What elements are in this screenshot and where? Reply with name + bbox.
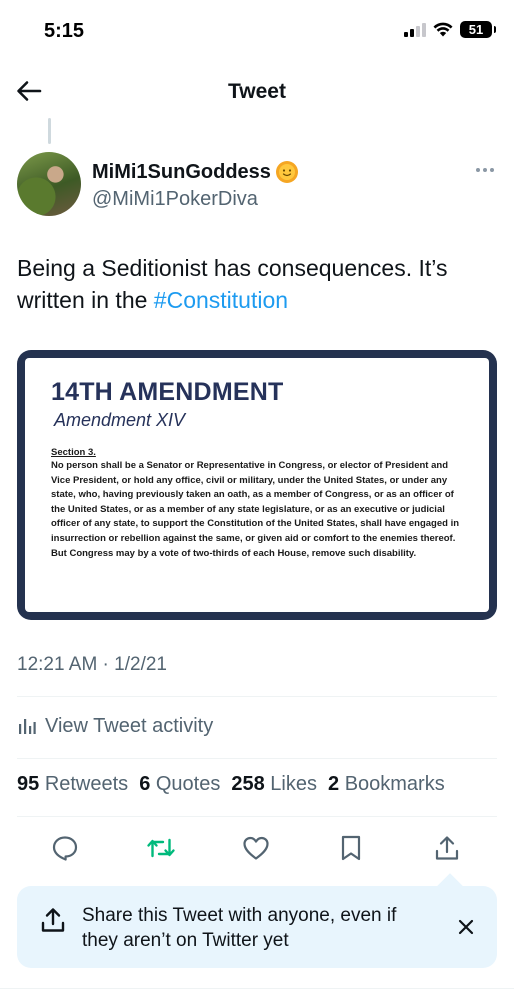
display-name-text: MiMi1SunGoddess <box>92 160 271 183</box>
wifi-icon <box>433 22 453 37</box>
media-subtitle: Amendment XIV <box>54 410 186 430</box>
close-button[interactable] <box>453 914 479 940</box>
like-button[interactable] <box>240 832 272 864</box>
like-icon <box>243 836 269 860</box>
bookmarks-stat[interactable]: 2 Bookmarks <box>328 773 445 796</box>
signal-icon <box>404 22 426 37</box>
share-prompt-card[interactable]: Share this Tweet with anyone, even if th… <box>17 886 497 968</box>
bookmarks-count: 2 <box>328 773 340 795</box>
quotes-count: 6 <box>139 773 151 795</box>
share-prompt-text: Share this Tweet with anyone, even if th… <box>82 905 397 951</box>
activity-label: View Tweet activity <box>45 714 214 737</box>
media-section-heading: Section 3. <box>51 447 96 458</box>
retweets-label: Retweets <box>44 773 129 795</box>
divider <box>0 988 514 989</box>
status-icons: 51 <box>404 21 496 38</box>
close-icon <box>458 919 474 935</box>
tweet-timestamp: 12:21 AM · 1/2/21 <box>17 654 167 675</box>
hashtag-link[interactable]: #Constitution <box>154 287 288 313</box>
media-section-body: No person shall be a Senator or Represen… <box>51 460 460 559</box>
status-time: 5:15 <box>44 20 85 42</box>
quotes-stat[interactable]: 6 Quotes <box>139 773 220 796</box>
divider <box>17 758 497 759</box>
view-tweet-activity-button[interactable]: View Tweet activity <box>17 708 213 744</box>
share-button[interactable] <box>431 832 463 864</box>
bookmark-icon <box>341 835 361 861</box>
reply-button[interactable] <box>49 832 81 864</box>
retweets-stat[interactable]: 95 Retweets <box>17 773 128 796</box>
author-display-name[interactable]: MiMi1SunGoddess <box>92 160 299 184</box>
status-bar: 5:15 51 <box>0 0 514 62</box>
retweet-icon <box>147 838 175 858</box>
quotes-label: Quotes <box>155 773 221 795</box>
likes-count: 258 <box>231 773 265 795</box>
divider <box>17 696 497 697</box>
tweet-action-bar <box>17 826 497 870</box>
author-handle[interactable]: @MiMi1PokerDiva <box>92 188 258 211</box>
avatar[interactable] <box>17 152 81 216</box>
bookmark-button[interactable] <box>335 832 367 864</box>
likes-stat[interactable]: 258 Likes <box>231 773 317 796</box>
divider <box>17 816 497 817</box>
retweet-button[interactable] <box>145 832 177 864</box>
share-icon <box>435 836 459 860</box>
bookmarks-label: Bookmarks <box>344 773 445 795</box>
tweet-media-image[interactable]: 14TH AMENDMENT Amendment XIV Section 3. … <box>17 350 497 620</box>
thread-connector <box>48 118 51 144</box>
header: Tweet <box>0 62 514 120</box>
analytics-icon <box>19 719 36 734</box>
likes-label: Likes <box>270 773 317 795</box>
page-title: Tweet <box>228 80 286 103</box>
tweet-stats: 95 Retweets 6 Quotes 258 Likes 2 Bookmar… <box>17 773 445 796</box>
reply-icon <box>52 836 78 861</box>
tweet-author: MiMi1SunGoddess @MiMi1PokerDiva <box>17 152 497 218</box>
battery-icon: 51 <box>460 21 496 38</box>
tweet-text: Being a Seditionist has consequences. It… <box>17 252 497 316</box>
share-icon <box>41 908 65 932</box>
media-document: 14TH AMENDMENT Amendment XIV Section 3. … <box>25 358 489 612</box>
retweets-count: 95 <box>17 773 40 795</box>
sun-face-emoji-icon <box>275 161 298 183</box>
media-title: 14TH AMENDMENT <box>51 378 284 406</box>
more-options-button[interactable] <box>473 162 497 178</box>
